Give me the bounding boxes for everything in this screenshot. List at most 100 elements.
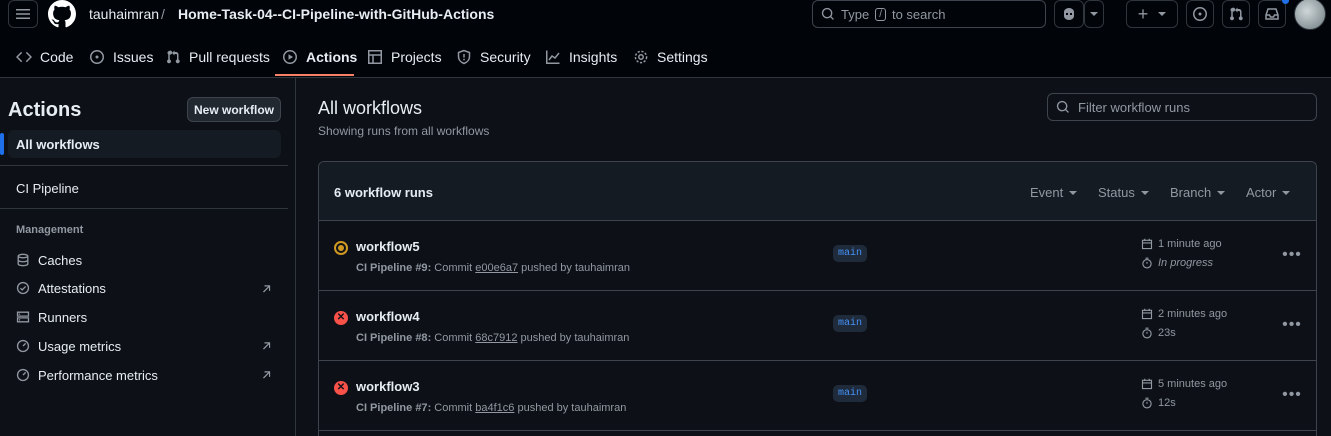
run-time: 2 minutes ago <box>1141 308 1227 320</box>
filter-placeholder: Filter workflow runs <box>1078 99 1190 115</box>
sidebar-item-attestations[interactable]: Attestations <box>16 278 106 298</box>
chevron-down-icon <box>1140 190 1149 195</box>
kebab-menu-icon[interactable]: ••• <box>1282 385 1302 405</box>
table-row[interactable]: workflow5 CI Pipeline #9: Commit e00e6a7… <box>319 221 1316 291</box>
run-number: #9 <box>415 262 428 274</box>
sidebar-item-label: Runners <box>38 309 88 325</box>
tab-label: Security <box>480 49 531 65</box>
run-duration: In progress <box>1141 257 1213 269</box>
sidebar-item-label: Caches <box>38 252 83 268</box>
workflow-name: CI Pipeline <box>356 332 413 344</box>
search-icon <box>1056 100 1069 113</box>
table-row[interactable]: ✕ workflow4 CI Pipeline #8: Commit 68c79… <box>319 291 1316 361</box>
notifications-button[interactable] <box>1258 0 1286 28</box>
run-meta: CI Pipeline #8: Commit 68c7912 pushed by… <box>356 332 630 344</box>
divider <box>0 165 288 166</box>
play-icon <box>283 50 297 64</box>
copilot-dropdown-button[interactable] <box>1084 0 1104 28</box>
sidebar-item-label: Usage metrics <box>38 338 122 354</box>
tab-settings[interactable]: Settings <box>633 38 708 76</box>
your-issues-button[interactable] <box>1186 0 1214 28</box>
workflow-name: CI Pipeline <box>356 402 413 414</box>
sidebar-item-caches[interactable]: Caches <box>16 250 82 270</box>
kebab-menu-icon[interactable]: ••• <box>1282 245 1302 265</box>
repo-link[interactable]: Home-Task-04--CI-Pipeline-with-GitHub-Ac… <box>178 6 494 22</box>
sidebar-item-all-workflows[interactable]: All workflows <box>8 130 281 158</box>
commit-label: Commit <box>434 332 473 344</box>
sidebar-item-performance-metrics[interactable]: Performance metrics <box>16 365 158 385</box>
stopwatch-icon <box>1142 327 1152 339</box>
branch-badge[interactable]: main <box>833 385 868 402</box>
global-header: tauhaimran / Home-Task-04--CI-Pipeline-w… <box>0 0 1331 78</box>
calendar-icon <box>1141 238 1153 250</box>
tab-actions[interactable]: Actions <box>282 38 357 76</box>
runs-count: 6 workflow runs <box>334 185 433 200</box>
avatar[interactable] <box>1294 0 1326 30</box>
meter-icon <box>16 339 30 353</box>
status-filter-dropdown[interactable]: Status <box>1098 185 1149 200</box>
search-input[interactable]: Type / to search <box>812 0 1046 28</box>
sidebar-item-label: Performance metrics <box>38 367 158 383</box>
issue-icon <box>1193 7 1207 21</box>
chevron-down-icon <box>1069 190 1078 195</box>
workflow-name: CI Pipeline <box>356 262 413 274</box>
pushed-by: pushed by tauhaimran <box>521 262 630 274</box>
search-suffix: to search <box>891 6 946 22</box>
management-heading: Management <box>16 224 84 236</box>
server-icon <box>16 311 30 323</box>
commit-label: Commit <box>434 402 473 414</box>
sidebar-item-ci-pipeline[interactable]: CI Pipeline <box>16 178 79 198</box>
commit-sha-link[interactable]: e00e6a7 <box>475 262 518 274</box>
create-new-button[interactable]: + <box>1126 0 1178 28</box>
filter-workflow-runs-input[interactable]: Filter workflow runs <box>1047 93 1317 121</box>
tab-security[interactable]: Security <box>456 38 531 76</box>
table-row[interactable]: ✕ workflow3 CI Pipeline #7: Commit ba4f1… <box>319 361 1316 431</box>
run-title-link[interactable]: workflow5 <box>356 239 420 254</box>
breadcrumb-separator: / <box>161 6 165 22</box>
tab-code[interactable]: Code <box>16 38 73 76</box>
tab-pull-requests[interactable]: Pull requests <box>165 38 270 76</box>
branch-badge[interactable]: main <box>833 245 868 262</box>
event-filter-dropdown[interactable]: Event <box>1030 185 1078 200</box>
tab-label: Pull requests <box>189 49 270 65</box>
dropdown-label: Branch <box>1170 185 1212 200</box>
commit-sha-link[interactable]: 68c7912 <box>475 332 517 344</box>
run-duration: 23s <box>1141 327 1176 339</box>
dropdown-label: Actor <box>1246 185 1277 200</box>
tab-projects[interactable]: Projects <box>367 38 442 76</box>
owner-link[interactable]: tauhaimran <box>89 6 159 22</box>
code-icon <box>16 52 32 63</box>
x-circle-icon: ✕ <box>334 381 348 395</box>
verified-icon <box>16 281 30 295</box>
chevron-down-icon <box>1090 12 1098 16</box>
sidebar-title: Actions <box>8 99 82 121</box>
tab-label: Projects <box>391 49 442 65</box>
run-title-link[interactable]: workflow4 <box>356 309 420 324</box>
run-time: 1 minute ago <box>1141 238 1222 250</box>
dropdown-label: Event <box>1030 185 1064 200</box>
pull-request-icon <box>167 50 180 64</box>
copilot-button[interactable] <box>1054 0 1084 28</box>
kebab-menu-icon[interactable]: ••• <box>1282 315 1302 335</box>
menu-button[interactable] <box>8 0 38 28</box>
link-external-icon <box>263 371 271 379</box>
branch-filter-dropdown[interactable]: Branch <box>1170 185 1226 200</box>
github-logo-icon[interactable] <box>48 0 76 28</box>
sidebar-item-runners[interactable]: Runners <box>16 307 87 327</box>
run-timestamp: 2 minutes ago <box>1158 308 1228 320</box>
tab-issues[interactable]: Issues <box>89 38 153 76</box>
divider <box>0 208 288 209</box>
sidebar-item-usage-metrics[interactable]: Usage metrics <box>16 336 121 356</box>
table-icon <box>368 50 382 64</box>
new-workflow-button[interactable]: New workflow <box>187 97 281 122</box>
page-title: All workflows <box>318 98 423 118</box>
meter-icon <box>16 368 30 382</box>
commit-sha-link[interactable]: ba4f1c6 <box>475 402 514 414</box>
run-meta: CI Pipeline #9: Commit e00e6a7 pushed by… <box>356 262 630 274</box>
tab-insights[interactable]: Insights <box>545 38 617 76</box>
run-title-link[interactable]: workflow3 <box>356 379 420 394</box>
actor-filter-dropdown[interactable]: Actor <box>1246 185 1291 200</box>
your-pull-requests-button[interactable] <box>1222 0 1250 28</box>
branch-badge[interactable]: main <box>833 315 868 332</box>
run-meta: CI Pipeline #7: Commit ba4f1c6 pushed by… <box>356 402 627 414</box>
